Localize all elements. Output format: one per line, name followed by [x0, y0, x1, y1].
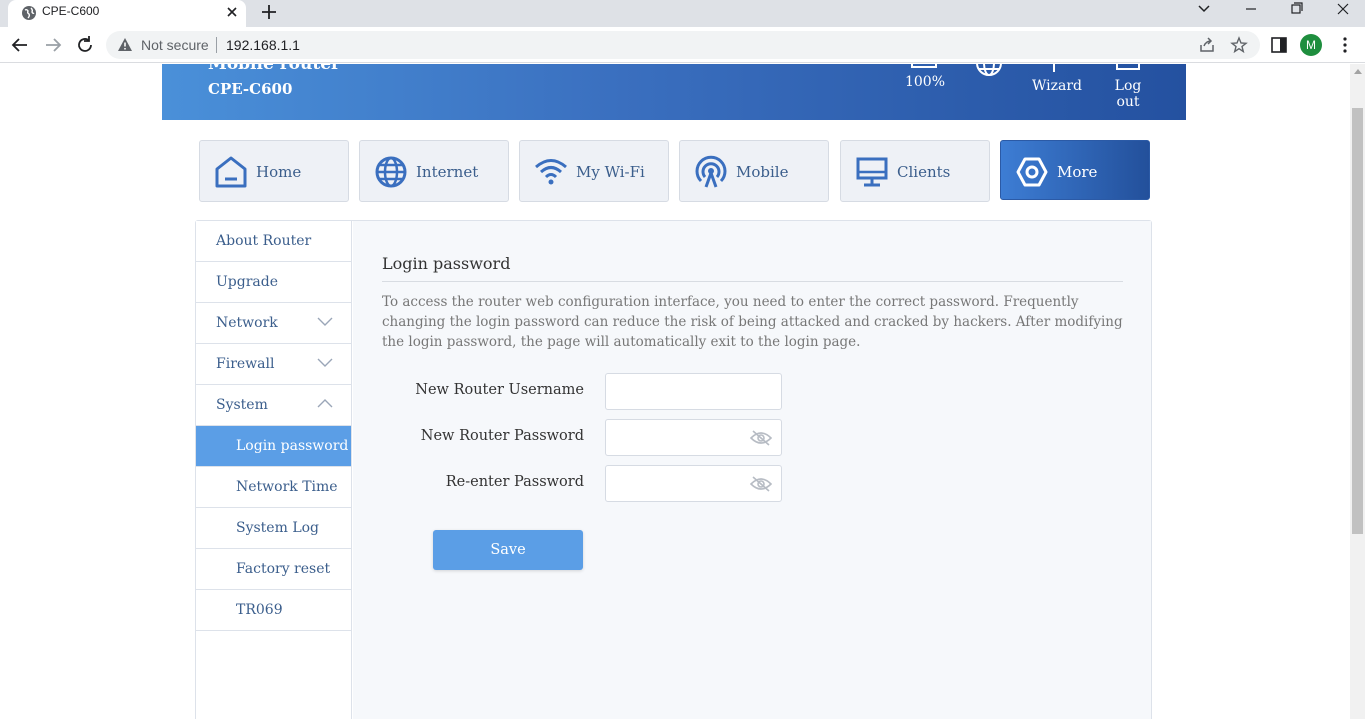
minimize-icon[interactable] — [1228, 0, 1274, 20]
nav-tile-more[interactable]: More — [1000, 140, 1150, 200]
sidebar-item-label: Firewall — [216, 356, 275, 372]
share-icon[interactable] — [1198, 36, 1216, 54]
sidebar-item-network[interactable]: Network — [196, 303, 351, 344]
globe-icon — [375, 156, 407, 188]
monitor-icon — [856, 157, 888, 187]
nav-tile-label: More — [1057, 163, 1098, 181]
save-button[interactable]: Save — [433, 530, 583, 570]
password-label: New Router Password — [420, 428, 584, 444]
browser-toolbar: Not secure 192.168.1.1 M — [0, 27, 1365, 63]
wizard-link[interactable]: Wizard — [1032, 78, 1082, 94]
tab-search-chevron-icon[interactable] — [1194, 0, 1214, 18]
back-arrow-icon[interactable] — [9, 34, 31, 56]
username-input[interactable] — [605, 373, 782, 410]
browser-tab-title: CPE-C600 — [42, 4, 100, 18]
nav-tile-label: Home — [256, 163, 302, 181]
wizard-icon[interactable] — [1053, 64, 1055, 72]
sidebar-item-login-password[interactable]: Login password — [196, 426, 351, 467]
sidebar-item-tr069[interactable]: TR069 — [196, 590, 351, 631]
forward-arrow-icon[interactable] — [42, 34, 64, 56]
page-viewport: Mobile router CPE-C600 100% Wizard Log o… — [0, 64, 1350, 719]
scrollbar-thumb[interactable] — [1352, 108, 1363, 534]
browser-tab-strip: CPE-C600 — [0, 0, 1365, 27]
reenter-password-input[interactable] — [605, 465, 782, 502]
wifi-icon — [535, 159, 567, 185]
new-tab-plus-icon[interactable] — [258, 1, 280, 23]
side-panel-icon[interactable] — [1270, 36, 1288, 54]
home-icon — [215, 156, 247, 188]
username-label: New Router Username — [415, 382, 584, 398]
sidebar-item-upgrade[interactable]: Upgrade — [196, 262, 351, 303]
browser-tab[interactable]: CPE-C600 — [8, 0, 246, 27]
omnibox-divider — [216, 37, 217, 53]
nav-tile-home[interactable]: Home — [199, 140, 349, 202]
nav-tile-label: Internet — [416, 163, 479, 181]
router-header-banner: Mobile router CPE-C600 100% Wizard Log o… — [162, 64, 1186, 120]
warning-triangle-icon[interactable] — [117, 37, 133, 53]
window-close-icon[interactable] — [1320, 0, 1365, 20]
password-input[interactable] — [605, 419, 782, 456]
sidebar-item-label: Network — [216, 315, 278, 331]
profile-avatar[interactable]: M — [1300, 34, 1322, 56]
battery-level: 100% — [904, 74, 946, 90]
bookmark-star-icon[interactable] — [1230, 36, 1248, 54]
nav-tile-wifi[interactable]: My Wi-Fi — [519, 140, 669, 202]
sidebar-item-system-log[interactable]: System Log — [196, 508, 351, 549]
sidebar-item-network-time[interactable]: Network Time — [196, 467, 351, 508]
sidebar-item-label: TR069 — [236, 602, 283, 618]
vertical-scrollbar[interactable] — [1350, 64, 1365, 719]
sidebar-item-system[interactable]: System — [196, 385, 351, 426]
nav-tile-label: Clients — [897, 163, 951, 181]
brand-model: CPE-C600 — [208, 80, 293, 98]
sidebar-menu: About Router Upgrade Network Firewall Sy… — [196, 221, 352, 719]
scroll-up-arrow-icon[interactable] — [1354, 69, 1362, 74]
restore-icon[interactable] — [1274, 0, 1320, 20]
brand-title: Mobile router — [208, 64, 340, 74]
sidebar-item-label: System Log — [236, 520, 320, 536]
url-text[interactable]: 192.168.1.1 — [226, 37, 300, 53]
reload-icon[interactable] — [74, 34, 96, 56]
sidebar-item-label: System — [216, 397, 268, 413]
more-menu-icon[interactable] — [1336, 36, 1354, 54]
nav-tile-internet[interactable]: Internet — [359, 140, 509, 202]
battery-icon — [911, 64, 937, 68]
content-frame: About Router Upgrade Network Firewall Sy… — [195, 220, 1152, 719]
section-divider — [382, 281, 1123, 282]
eye-off-icon[interactable] — [750, 430, 772, 446]
sidebar-item-label: About Router — [216, 233, 312, 249]
sidebar-item-about-router[interactable]: About Router — [196, 221, 351, 262]
eye-off-icon[interactable] — [750, 476, 772, 492]
signal-tower-icon — [695, 155, 727, 188]
close-tab-icon[interactable] — [223, 3, 241, 21]
nav-tile-clients[interactable]: Clients — [840, 140, 990, 202]
sidebar-item-label: Login password — [236, 438, 349, 454]
address-bar[interactable]: Not secure 192.168.1.1 — [106, 31, 1260, 59]
nav-tile-label: My Wi-Fi — [576, 163, 645, 181]
section-title: Login password — [382, 254, 511, 273]
globe-favicon-icon — [22, 6, 36, 20]
logout-link[interactable]: Log out — [1102, 78, 1154, 110]
hexagon-icon — [1016, 157, 1048, 187]
language-globe-icon[interactable] — [974, 64, 1004, 78]
nav-tile-mobile[interactable]: Mobile — [679, 140, 829, 202]
sidebar-item-factory-reset[interactable]: Factory reset — [196, 549, 351, 590]
sidebar-item-label: Upgrade — [216, 274, 279, 290]
sidebar-item-label: Network Time — [236, 479, 338, 495]
main-panel: Login password To access the router web … — [353, 221, 1151, 719]
sidebar-item-label: Factory reset — [236, 561, 331, 577]
security-status-label[interactable]: Not secure — [141, 37, 209, 53]
chevron-down-icon — [317, 317, 333, 326]
reenter-password-label: Re-enter Password — [445, 474, 584, 490]
sidebar-item-firewall[interactable]: Firewall — [196, 344, 351, 385]
logout-icon[interactable] — [1116, 64, 1140, 70]
chevron-up-icon — [317, 399, 333, 408]
nav-tile-label: Mobile — [736, 163, 789, 181]
chevron-down-icon — [317, 358, 333, 367]
section-description: To access the router web configuration i… — [382, 294, 1123, 350]
